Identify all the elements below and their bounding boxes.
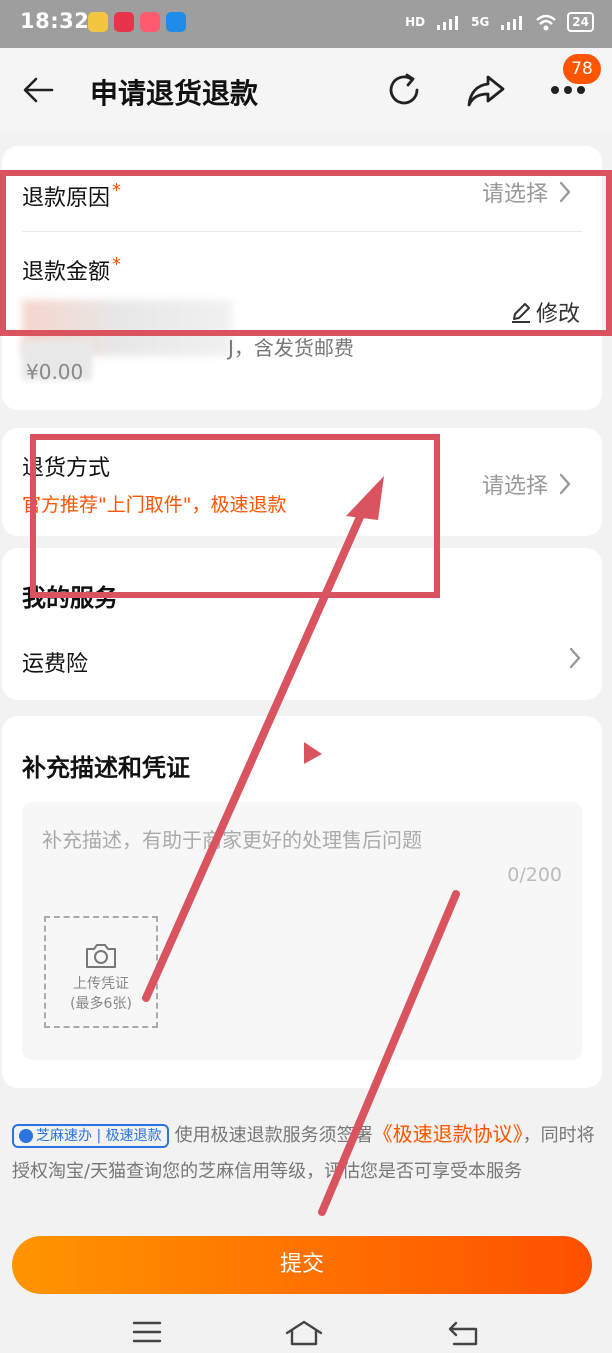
services-title: 我的服务 bbox=[22, 584, 118, 612]
description-textarea[interactable]: 补充描述，有助于商家更好的处理售后问题 0/200 上传凭证 (最多6张) bbox=[22, 802, 582, 1060]
amount-value: ¥0.00 bbox=[26, 360, 84, 384]
upload-limit: (最多6张) bbox=[70, 996, 132, 1012]
pickup-recommend-tip: 官方推荐"上门取件"，极速退款 bbox=[22, 494, 287, 516]
battery-icon: 24 bbox=[567, 12, 594, 32]
signal-icon bbox=[437, 16, 459, 30]
system-nav-bar bbox=[0, 1306, 612, 1353]
alipay-notification-icon bbox=[166, 12, 186, 32]
page-title: 申请退货退款 bbox=[90, 77, 259, 110]
refund-amount-row: 退款金额 * bbox=[22, 254, 121, 286]
hd-icon: HD bbox=[405, 15, 426, 29]
required-mark: * bbox=[112, 254, 122, 275]
divider bbox=[22, 231, 582, 232]
agreement-text-part1: 使用极速退款服务须签署 bbox=[174, 1125, 373, 1146]
back-nav-icon[interactable] bbox=[448, 1320, 480, 1346]
network-5g-icon: 5G bbox=[471, 15, 490, 29]
refund-reason-select[interactable]: 请选择 bbox=[482, 176, 572, 208]
menu-icon[interactable] bbox=[132, 1320, 162, 1344]
agreement-text: 芝麻速办 | 极速退款 使用极速退款服务须签署《极速退款协议》，同时将授权淘宝/天… bbox=[12, 1116, 606, 1190]
submit-button[interactable]: 提交 bbox=[12, 1236, 592, 1294]
refund-amount-label: 退款金额 bbox=[22, 260, 111, 285]
upload-label: 上传凭证 bbox=[73, 976, 129, 992]
upload-evidence-button[interactable]: 上传凭证 (最多6张) bbox=[44, 916, 158, 1028]
refresh-icon[interactable] bbox=[386, 72, 424, 110]
app-notification-icon bbox=[140, 12, 160, 32]
refund-reason-label: 退款原因 bbox=[22, 186, 111, 211]
app-notification-icon bbox=[88, 12, 108, 32]
app-notification-icon bbox=[114, 12, 134, 32]
message-count-badge: 78 bbox=[563, 54, 601, 84]
chevron-right-icon bbox=[559, 181, 571, 203]
share-icon[interactable] bbox=[466, 72, 506, 110]
wifi-icon bbox=[536, 14, 557, 31]
my-services-card bbox=[2, 548, 602, 700]
status-bar: 18:32 HD 5G 24 bbox=[0, 0, 612, 48]
zhima-icon bbox=[19, 1129, 33, 1143]
required-mark: * bbox=[112, 180, 122, 201]
fast-refund-tag-label: 芝麻速办 | 极速退款 bbox=[36, 1128, 162, 1144]
evidence-title: 补充描述和凭证 bbox=[22, 754, 190, 782]
amount-note: J，含发货邮费 bbox=[228, 336, 354, 360]
pencil-icon bbox=[512, 303, 530, 323]
char-counter: 0/200 bbox=[507, 864, 562, 886]
more-options-icon[interactable] bbox=[550, 84, 586, 96]
system-status: HD 5G 24 bbox=[405, 12, 594, 32]
back-arrow-icon[interactable] bbox=[22, 74, 54, 106]
fast-refund-agreement-link[interactable]: 《极速退款协议》 bbox=[373, 1122, 523, 1146]
signal-icon bbox=[501, 16, 523, 30]
return-method-value: 请选择 bbox=[482, 474, 549, 499]
return-method-label: 退货方式 bbox=[22, 456, 111, 481]
chevron-right-icon[interactable] bbox=[568, 646, 582, 670]
top-nav-bar: 申请退货退款 78 bbox=[0, 48, 612, 132]
refund-reason-value: 请选择 bbox=[482, 182, 549, 207]
chevron-right-icon bbox=[559, 473, 571, 495]
notification-icons bbox=[88, 12, 186, 32]
shipping-insurance-label[interactable]: 运费险 bbox=[22, 646, 88, 678]
home-icon[interactable] bbox=[284, 1320, 324, 1346]
return-method-select[interactable]: 请选择 bbox=[482, 468, 572, 500]
status-time: 18:32 bbox=[20, 9, 90, 33]
description-placeholder: 补充描述，有助于商家更好的处理售后问题 bbox=[42, 828, 422, 852]
edit-label: 修改 bbox=[536, 302, 581, 327]
fast-refund-tag: 芝麻速办 | 极速退款 bbox=[12, 1124, 169, 1148]
edit-amount-button[interactable]: 修改 bbox=[510, 296, 580, 328]
camera-icon bbox=[86, 944, 116, 968]
refund-reason-row[interactable]: 退款原因 * bbox=[22, 180, 121, 212]
